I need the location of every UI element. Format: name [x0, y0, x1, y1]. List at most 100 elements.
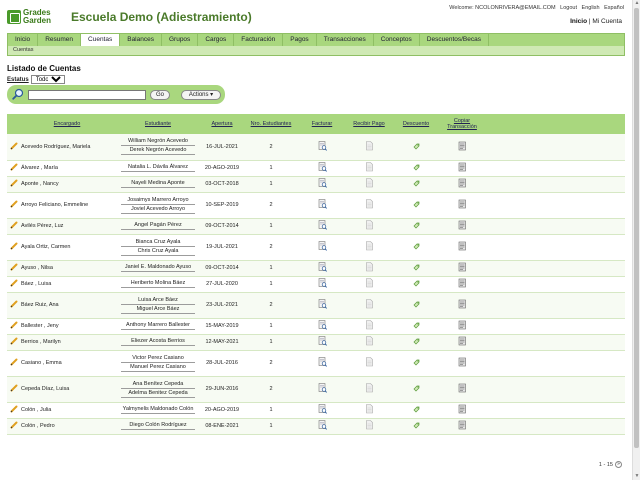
copy-icon[interactable]: [458, 262, 467, 274]
payment-icon[interactable]: [365, 336, 374, 348]
pencil-icon[interactable]: [10, 421, 18, 431]
discount-icon[interactable]: [412, 406, 421, 416]
logout-link[interactable]: Logout: [560, 5, 577, 11]
col-apertura[interactable]: Apertura: [203, 114, 241, 134]
pencil-icon[interactable]: [10, 142, 18, 152]
payment-icon[interactable]: [365, 140, 374, 153]
copy-icon[interactable]: [458, 420, 467, 432]
discount-icon[interactable]: [412, 301, 421, 311]
nav-tab-1[interactable]: Resumen: [38, 34, 82, 46]
mi-cuenta-link[interactable]: Mi Cuenta: [592, 18, 622, 25]
pencil-icon[interactable]: [10, 221, 18, 231]
encargado-cell[interactable]: Álvarez , María: [21, 160, 113, 177]
invoice-icon[interactable]: [318, 278, 327, 290]
invoice-icon[interactable]: [318, 404, 327, 416]
col-recibir-pago[interactable]: Recibir Pago: [343, 114, 395, 134]
discount-icon[interactable]: [412, 222, 421, 232]
copy-icon[interactable]: [458, 278, 467, 290]
encargado-cell[interactable]: Aponte , Nancy: [21, 176, 113, 193]
discount-icon[interactable]: [412, 385, 421, 395]
col-descuento[interactable]: Descuento: [395, 114, 437, 134]
encargado-cell[interactable]: Colón , Pedro: [21, 418, 113, 435]
nav-tab-7[interactable]: Pagos: [283, 34, 317, 46]
copy-icon[interactable]: [458, 357, 467, 369]
encargado-cell[interactable]: Ayala Ortiz, Carmen: [21, 234, 113, 261]
student-name[interactable]: Ana Benítez Cepeda: [121, 381, 195, 389]
student-name[interactable]: Derek Negrón Acevedo: [121, 147, 195, 156]
student-name[interactable]: Diego Colón Rodríguez: [121, 422, 195, 430]
encargado-cell[interactable]: Ayuso , Nilsa: [21, 260, 113, 277]
lang-espanol-link[interactable]: Español: [604, 5, 624, 11]
copy-icon[interactable]: [458, 241, 467, 253]
student-name[interactable]: Luisa Arce Báez: [121, 297, 195, 305]
discount-icon[interactable]: [412, 143, 421, 153]
scrollbar-thumb[interactable]: [634, 8, 639, 448]
student-name[interactable]: Eliezer Acosta Berrios: [121, 338, 195, 346]
invoice-icon[interactable]: [318, 262, 327, 274]
student-name[interactable]: Chris Cruz Ayala: [121, 248, 195, 256]
col-copiar-transaccion[interactable]: Copiar Transacción: [437, 114, 487, 134]
payment-icon[interactable]: [365, 262, 374, 274]
invoice-icon[interactable]: [318, 357, 327, 369]
encargado-cell[interactable]: Ballester , Jeny: [21, 318, 113, 335]
payment-icon[interactable]: [365, 320, 374, 332]
payment-icon[interactable]: [365, 357, 374, 369]
student-name[interactable]: Josaimys Marrero Arroyo: [121, 197, 195, 205]
lang-english-link[interactable]: English: [582, 5, 600, 11]
nav-tab-8[interactable]: Transacciones: [317, 34, 374, 46]
encargado-cell[interactable]: Cepeda Díaz, Luisa: [21, 376, 113, 403]
student-name[interactable]: Heriberto Molina Báez: [121, 280, 195, 288]
pencil-icon[interactable]: [10, 300, 18, 310]
scrollbar[interactable]: ▲ ▼: [632, 0, 640, 480]
invoice-icon[interactable]: [318, 383, 327, 395]
payment-icon[interactable]: [365, 178, 374, 190]
invoice-icon[interactable]: [318, 336, 327, 348]
invoice-icon[interactable]: [318, 320, 327, 332]
nav-tab-6[interactable]: Facturación: [234, 34, 284, 46]
pencil-icon[interactable]: [10, 163, 18, 173]
discount-icon[interactable]: [412, 322, 421, 332]
nav-tab-10[interactable]: Descuentos/Becas: [420, 34, 489, 46]
payment-icon[interactable]: [365, 420, 374, 432]
copy-icon[interactable]: [458, 162, 467, 174]
invoice-icon[interactable]: [318, 299, 327, 311]
pencil-icon[interactable]: [10, 242, 18, 252]
pencil-icon[interactable]: [10, 200, 18, 210]
copy-icon[interactable]: [458, 404, 467, 416]
status-select[interactable]: Todos: [30, 75, 65, 84]
discount-icon[interactable]: [412, 201, 421, 211]
discount-icon[interactable]: [412, 180, 421, 190]
invoice-icon[interactable]: [318, 199, 327, 211]
search-icon[interactable]: [12, 88, 24, 100]
pencil-icon[interactable]: [10, 321, 18, 331]
col-nro-estudiantes[interactable]: Nro. Estudiantes: [241, 114, 301, 134]
encargado-cell[interactable]: Berrios , Marilyn: [21, 334, 113, 351]
invoice-icon[interactable]: [318, 178, 327, 190]
invoice-icon[interactable]: [318, 241, 327, 253]
discount-icon[interactable]: [412, 359, 421, 369]
discount-icon[interactable]: [412, 164, 421, 174]
pencil-icon[interactable]: [10, 337, 18, 347]
discount-icon[interactable]: [412, 264, 421, 274]
copy-icon[interactable]: [458, 220, 467, 232]
nav-tab-5[interactable]: Cargos: [198, 34, 235, 46]
inicio-link[interactable]: Inicio: [570, 18, 587, 25]
student-name[interactable]: Victor Perez Casiano: [121, 355, 195, 363]
payment-icon[interactable]: [365, 241, 374, 253]
payment-icon[interactable]: [365, 383, 374, 395]
subnav-item-cuentas[interactable]: Cuentas: [13, 47, 34, 53]
payment-icon[interactable]: [365, 404, 374, 416]
col-facturar[interactable]: Facturar: [301, 114, 343, 134]
encargado-cell[interactable]: Báez Ruiz, Ana: [21, 292, 113, 319]
payment-icon[interactable]: [365, 162, 374, 174]
actions-button[interactable]: Actions ▾: [181, 90, 221, 100]
copy-icon[interactable]: [458, 199, 467, 211]
student-name[interactable]: Anthony Marrero Ballester: [121, 322, 195, 330]
nav-tab-9[interactable]: Conceptos: [374, 34, 420, 46]
copy-icon[interactable]: [458, 336, 467, 348]
go-button[interactable]: Go: [150, 90, 170, 100]
nav-tab-4[interactable]: Grupos: [162, 34, 199, 46]
encargado-cell[interactable]: Acevedo Rodríguez, Mariela: [21, 134, 113, 161]
copy-icon[interactable]: [458, 141, 467, 153]
student-name[interactable]: Joviel Acevedo Arroyo: [121, 206, 195, 214]
